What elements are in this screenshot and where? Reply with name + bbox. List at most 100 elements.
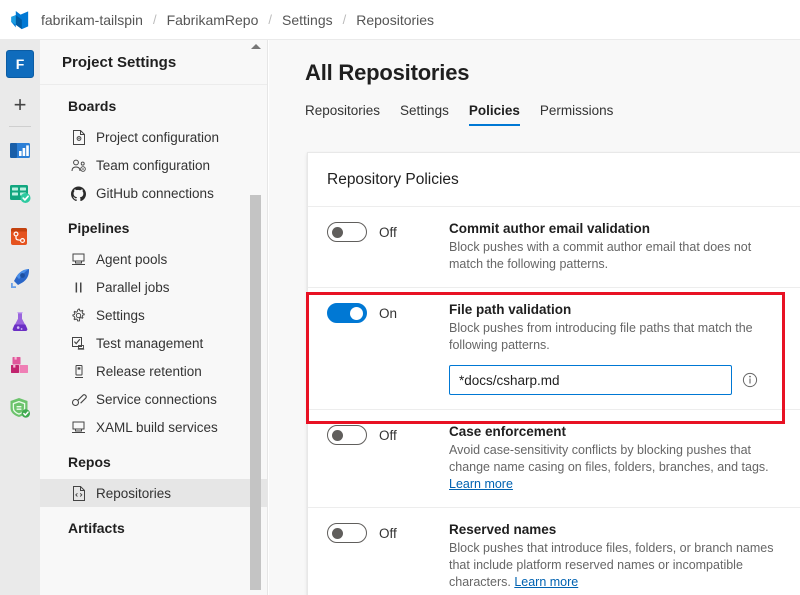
breadcrumb-item-organization[interactable]: fabrikam-tailspin: [40, 12, 144, 28]
sidebar-item-release-retention[interactable]: Release retention: [40, 357, 267, 385]
overview-icon[interactable]: [5, 135, 35, 165]
sidebar-item-project-configuration[interactable]: Project configuration: [40, 123, 267, 151]
sidebar-item-test-management[interactable]: Test management: [40, 329, 267, 357]
pipelines-icon[interactable]: [5, 264, 35, 294]
scrollbar-thumb[interactable]: [250, 195, 261, 590]
toggle-knob: [332, 528, 343, 539]
policy-toggle-group: Off: [327, 221, 449, 242]
scroll-up-arrow-icon[interactable]: [251, 44, 261, 49]
gear-icon: [70, 307, 87, 323]
test-plans-icon[interactable]: [5, 307, 35, 337]
sidebar-item-xaml-build-services[interactable]: XAML build services: [40, 413, 267, 441]
team-config-icon: [70, 157, 87, 173]
policy-row-file-path-validation: On File path validation Block pushes fro…: [308, 288, 800, 410]
policy-description: Block pushes from introducing file paths…: [449, 320, 779, 354]
policy-body: File path validation Block pushes from i…: [449, 302, 800, 395]
advanced-security-icon[interactable]: [5, 393, 35, 423]
nav-scrollbar[interactable]: [250, 40, 261, 595]
sidebar-item-team-configuration[interactable]: Team configuration: [40, 151, 267, 179]
policy-body: Reserved names Block pushes that introdu…: [449, 522, 800, 591]
boards-icon[interactable]: [5, 178, 35, 208]
sidebar-item-label: Project configuration: [96, 130, 219, 145]
breadcrumb-separator: /: [259, 12, 281, 27]
policy-description-text: Block pushes with a commit author email …: [449, 240, 751, 271]
learn-more-link[interactable]: Learn more: [449, 477, 513, 491]
policy-description: Block pushes that introduce files, folde…: [449, 540, 779, 591]
service-connections-icon: [70, 391, 87, 407]
main-content: All Repositories Repositories Settings P…: [269, 40, 800, 595]
tab-repositories[interactable]: Repositories: [305, 103, 380, 126]
policy-title: File path validation: [449, 302, 800, 317]
policy-row-reserved-names: Off Reserved names Block pushes that int…: [308, 508, 800, 595]
policy-description-text: Block pushes that introduce files, folde…: [449, 541, 773, 589]
sidebar-item-github-connections[interactable]: GitHub connections: [40, 179, 267, 207]
sidebar-item-label: Repositories: [96, 486, 171, 501]
toggle-state-label: Off: [379, 526, 397, 541]
breadcrumb-bar: fabrikam-tailspin / FabrikamRepo / Setti…: [0, 0, 800, 40]
sidebar-item-pipelines-settings[interactable]: Settings: [40, 301, 267, 329]
card-header: Repository Policies: [308, 153, 800, 207]
breadcrumb-item-repositories[interactable]: Repositories: [355, 12, 435, 28]
sidebar-item-label: Service connections: [96, 392, 217, 407]
sidebar-item-label: Settings: [96, 308, 145, 323]
nav-group-pipelines: Pipelines: [40, 207, 267, 245]
policy-description: Avoid case-sensitivity conflicts by bloc…: [449, 442, 779, 493]
sidebar-item-agent-pools[interactable]: Agent pools: [40, 245, 267, 273]
breadcrumb-item-settings[interactable]: Settings: [281, 12, 334, 28]
artifacts-icon[interactable]: [5, 350, 35, 380]
sidebar-item-parallel-jobs[interactable]: Parallel jobs: [40, 273, 267, 301]
breadcrumb-separator: /: [144, 12, 166, 27]
toggle-commit-author-email-validation[interactable]: [327, 222, 367, 242]
release-retention-icon: [70, 363, 87, 379]
policy-toggle-group: Off: [327, 522, 449, 543]
toggle-case-enforcement[interactable]: [327, 425, 367, 445]
policy-title: Case enforcement: [449, 424, 800, 439]
policy-description-text: Avoid case-sensitivity conflicts by bloc…: [449, 443, 769, 474]
nav-group-artifacts: Artifacts: [40, 507, 267, 545]
pattern-row: [449, 365, 800, 395]
project-config-icon: [70, 129, 87, 145]
toggle-reserved-names[interactable]: [327, 523, 367, 543]
sidebar-item-label: XAML build services: [96, 420, 218, 435]
tab-permissions[interactable]: Permissions: [540, 103, 614, 126]
learn-more-link[interactable]: Learn more: [514, 575, 578, 589]
rail-divider: [9, 126, 31, 127]
test-management-icon: [70, 335, 87, 351]
file-path-pattern-input[interactable]: [449, 365, 732, 395]
toggle-state-label: Off: [379, 428, 397, 443]
policy-body: Case enforcement Avoid case-sensitivity …: [449, 424, 800, 493]
policy-body: Commit author email validation Block pus…: [449, 221, 800, 273]
github-icon: [70, 185, 87, 201]
toggle-knob: [332, 430, 343, 441]
toggle-file-path-validation[interactable]: [327, 303, 367, 323]
toggle-knob: [350, 307, 363, 320]
new-item-button[interactable]: +: [5, 90, 35, 120]
repos-icon[interactable]: [5, 221, 35, 251]
page-title: All Repositories: [269, 40, 800, 86]
policy-title: Reserved names: [449, 522, 800, 537]
policy-description: Block pushes with a commit author email …: [449, 239, 779, 273]
sidebar-item-label: Agent pools: [96, 252, 167, 267]
sidebar-item-service-connections[interactable]: Service connections: [40, 385, 267, 413]
policy-row-commit-author-email-validation: Off Commit author email validation Block…: [308, 207, 800, 288]
info-icon[interactable]: [742, 372, 758, 388]
sidebar-item-label: Release retention: [96, 364, 202, 379]
tab-settings[interactable]: Settings: [400, 103, 449, 126]
global-nav-rail: F +: [0, 40, 40, 595]
sidebar-item-repositories[interactable]: Repositories: [40, 479, 267, 507]
azure-devops-logo-icon[interactable]: [0, 0, 40, 40]
policy-description-text: Block pushes from introducing file paths…: [449, 321, 753, 352]
project-settings-nav: Project Settings Boards Project configur…: [40, 40, 268, 595]
tab-policies[interactable]: Policies: [469, 103, 520, 126]
azure-devops-window: fabrikam-tailspin / FabrikamRepo / Setti…: [0, 0, 800, 595]
breadcrumb: fabrikam-tailspin / FabrikamRepo / Setti…: [40, 12, 435, 28]
policy-title: Commit author email validation: [449, 221, 800, 236]
repositories-icon: [70, 485, 87, 501]
tab-bar: Repositories Settings Policies Permissio…: [269, 86, 800, 126]
toggle-state-label: Off: [379, 225, 397, 240]
breadcrumb-item-project[interactable]: FabrikamRepo: [166, 12, 260, 28]
project-avatar[interactable]: F: [6, 50, 34, 78]
policy-toggle-group: Off: [327, 424, 449, 445]
policy-toggle-group: On: [327, 302, 449, 323]
agent-pools-icon: [70, 251, 87, 267]
